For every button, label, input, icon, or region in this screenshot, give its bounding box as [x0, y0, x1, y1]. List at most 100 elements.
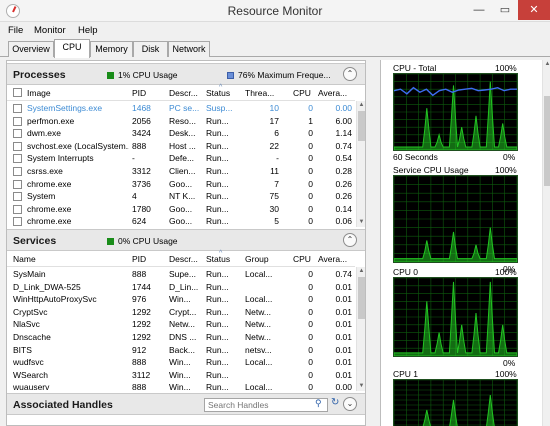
- cell-threads: 75: [269, 191, 279, 202]
- cell-image: dwm.exe: [27, 128, 62, 139]
- col-average-cpu[interactable]: Avera...: [318, 88, 350, 98]
- services-scroll-thumb[interactable]: [358, 277, 365, 319]
- cell-cpu: 0: [308, 344, 313, 355]
- menu-bar: File Monitor Help: [0, 22, 550, 39]
- cell-pid: 3736: [132, 178, 151, 189]
- cell-image: chrome.exe: [27, 203, 72, 214]
- processes-header[interactable]: Processes 1% CPU Usage 76% Maximum Frequ…: [7, 63, 365, 85]
- cell-status: Run...: [206, 344, 229, 355]
- table-row[interactable]: SysMain 888 Supe... Run... Local... 0 0.74: [7, 268, 355, 281]
- table-row[interactable]: chrome.exe 3736 Goo... Run... 7 0 0.26: [7, 178, 355, 191]
- row-checkbox[interactable]: [13, 179, 22, 189]
- processes-collapse-icon[interactable]: ⌃: [343, 67, 357, 81]
- cell-group: Local...: [245, 269, 273, 279]
- row-checkbox[interactable]: [13, 141, 22, 151]
- tab-overview[interactable]: Overview: [8, 41, 54, 57]
- processes-scroll-thumb[interactable]: [358, 111, 365, 141]
- col-service-pid[interactable]: PID: [132, 254, 167, 264]
- table-row[interactable]: WSearch 3112 Win... Run... 0 0.01: [7, 369, 355, 382]
- cell-threads: 6: [274, 128, 279, 139]
- graphs-scroll-up-icon[interactable]: ▲: [543, 60, 550, 69]
- table-row[interactable]: CryptSvc 1292 Crypt... Run... Netw... 0 0.01: [7, 306, 355, 319]
- row-checkbox[interactable]: [13, 154, 22, 164]
- cpu-usage-legend-icon: [107, 72, 114, 79]
- col-status[interactable]: Status: [206, 88, 241, 98]
- search-handles-input[interactable]: [204, 398, 328, 412]
- table-row[interactable]: wudfsvc 888 Win... Run... Local... 0 0.01: [7, 356, 355, 369]
- col-group[interactable]: Group: [245, 254, 281, 264]
- col-image[interactable]: Image: [27, 88, 127, 98]
- col-pid[interactable]: PID: [132, 88, 167, 98]
- row-checkbox[interactable]: [13, 192, 22, 202]
- cell-status: Run...: [206, 153, 229, 164]
- cpu-total-min: 0%: [503, 152, 516, 162]
- row-checkbox[interactable]: [13, 129, 22, 139]
- services-header[interactable]: Services 0% CPU Usage ⌃: [7, 229, 365, 251]
- col-description[interactable]: Descr...: [169, 88, 204, 98]
- services-scroll-down-icon[interactable]: ▼: [357, 382, 365, 391]
- table-row[interactable]: Dnscache 1292 DNS ... Run... Netw... 0 0.01: [7, 331, 355, 344]
- row-checkbox[interactable]: [13, 204, 22, 214]
- table-row[interactable]: WinHttpAutoProxySvc 976 Win... Run... Local.…: [7, 293, 355, 306]
- col-service-status[interactable]: Status: [206, 254, 241, 264]
- cell-cpu: 0: [308, 153, 313, 164]
- cell-status: Run...: [206, 166, 229, 176]
- table-row[interactable]: perfmon.exe 2056 Reso... Run... 17 1 6.00: [7, 115, 355, 128]
- services-scroll-up-icon[interactable]: ▲: [357, 267, 365, 276]
- col-threads[interactable]: Threa...: [245, 88, 279, 98]
- cell-name: WinHttpAutoProxySvc: [13, 294, 97, 305]
- tab-disk[interactable]: Disk: [133, 41, 168, 57]
- table-row[interactable]: csrss.exe 3312 Clien... Run... 11 0 0.28: [7, 165, 355, 178]
- tab-cpu[interactable]: CPU: [54, 39, 90, 58]
- cell-cpu: 0: [308, 332, 313, 342]
- pane-splitter[interactable]: [368, 60, 378, 426]
- scroll-up-icon[interactable]: ▲: [357, 101, 365, 110]
- cell-cpu: 0: [308, 103, 313, 113]
- table-row[interactable]: SystemSettings.exe 1468 PC se... Susp... 10 0…: [7, 102, 355, 115]
- table-row[interactable]: System 4 NT K... Run... 75 0 0.26: [7, 190, 355, 203]
- services-scrollbar[interactable]: ▲ ▼: [356, 267, 365, 391]
- table-row[interactable]: D_Link_DWA-525 1744 D_Lin... Run... 0 0.01: [7, 281, 355, 294]
- table-row[interactable]: chrome.exe 1780 Goo... Run... 30 0 0.14: [7, 203, 355, 216]
- table-row[interactable]: NlaSvc 1292 Netw... Run... Netw... 0 0.01: [7, 318, 355, 331]
- cell-desc: Supe...: [169, 269, 196, 279]
- tab-network[interactable]: Network: [168, 41, 210, 57]
- tab-memory[interactable]: Memory: [90, 41, 133, 57]
- scroll-down-icon[interactable]: ▼: [357, 218, 365, 227]
- menu-file[interactable]: File: [8, 25, 23, 36]
- graphs-scrollbar[interactable]: ▲: [542, 60, 550, 426]
- minimize-button[interactable]: —: [466, 0, 492, 20]
- maximize-button[interactable]: ▭: [492, 0, 518, 20]
- cell-cpu: 0: [308, 357, 313, 368]
- services-column-header: Name PID Descr... ^ Status Group CPU Ave…: [7, 250, 355, 267]
- menu-help[interactable]: Help: [78, 25, 98, 36]
- table-row[interactable]: chrome.exe 624 Goo... Run... 5 0 0.06: [7, 215, 355, 228]
- table-row[interactable]: svchost.exe (LocalSystem... 888 Host ... Ru…: [7, 140, 355, 153]
- services-collapse-icon[interactable]: ⌃: [343, 233, 357, 247]
- menu-monitor[interactable]: Monitor: [34, 25, 66, 36]
- select-all-checkbox[interactable]: [13, 88, 22, 97]
- tab-bar: Overview CPU Memory Disk Network: [0, 39, 550, 58]
- processes-scrollbar[interactable]: ▲ ▼: [356, 101, 365, 227]
- close-button[interactable]: ✕: [518, 0, 550, 20]
- cell-avg: 0.01: [335, 357, 352, 368]
- col-service-cpu[interactable]: CPU: [293, 254, 313, 264]
- table-row[interactable]: System Interrupts - Defe... Run... - 0 0.54: [7, 152, 355, 165]
- row-checkbox[interactable]: [13, 104, 22, 113]
- col-service-average-cpu[interactable]: Avera...: [318, 254, 350, 264]
- col-name[interactable]: Name: [13, 254, 123, 264]
- table-row[interactable]: BITS 912 Back... Run... netsv... 0 0.01: [7, 344, 355, 357]
- cpu0-max: 100%: [495, 267, 517, 277]
- cell-pid: 3312: [132, 166, 151, 176]
- search-icon[interactable]: ⚲: [315, 398, 322, 409]
- handles-expand-icon[interactable]: ⌄: [343, 397, 357, 411]
- row-checkbox[interactable]: [13, 167, 22, 176]
- row-checkbox[interactable]: [13, 116, 22, 126]
- col-service-description[interactable]: Descr...: [169, 254, 204, 264]
- associated-handles-header[interactable]: Associated Handles ⚲ ↻ ⌄: [7, 393, 365, 415]
- graphs-scroll-thumb[interactable]: [544, 96, 550, 186]
- col-cpu[interactable]: CPU: [293, 88, 313, 98]
- table-row[interactable]: dwm.exe 3424 Desk... Run... 6 0 1.14: [7, 127, 355, 140]
- row-checkbox[interactable]: [13, 217, 22, 227]
- refresh-icon[interactable]: ↻: [331, 397, 339, 408]
